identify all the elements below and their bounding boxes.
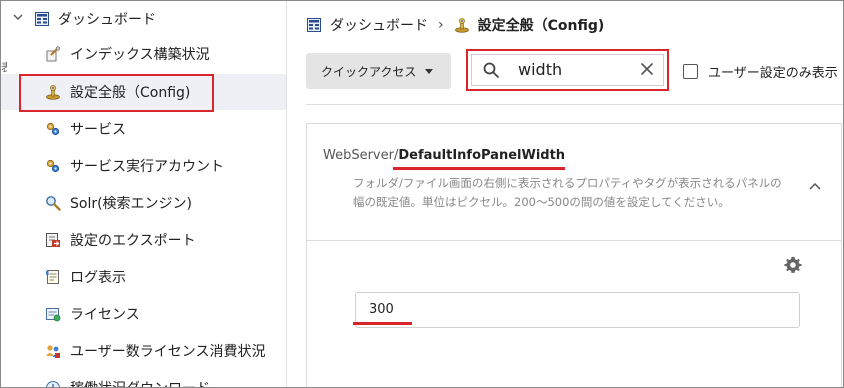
highlight-underline bbox=[393, 167, 565, 170]
breadcrumb-separator: › bbox=[438, 17, 444, 33]
sidebar-item-service[interactable]: サービス bbox=[1, 111, 286, 147]
sidebar-item-label: サービス実行アカウント bbox=[70, 159, 224, 175]
setting-card: WebServer/DefaultInfoPanelWidth フォルダ/ファイ… bbox=[306, 123, 842, 387]
users-license-icon bbox=[45, 343, 61, 359]
index-build-icon bbox=[45, 46, 61, 62]
sidebar-item-label: ログ表示 bbox=[70, 270, 126, 286]
sidebar: 表 ダッシュボード インデックス構築状況 設定全般（Config) bbox=[1, 1, 287, 387]
card-divider bbox=[307, 240, 841, 241]
divider bbox=[306, 104, 843, 105]
sidebar-item-log[interactable]: ログ表示 bbox=[1, 259, 286, 295]
user-settings-only-checkbox[interactable] bbox=[683, 63, 698, 79]
sidebar-item-export[interactable]: 設定のエクスポート bbox=[1, 222, 286, 258]
sidebar-item-index-status[interactable]: インデックス構築状況 bbox=[1, 36, 286, 72]
service-account-icon bbox=[45, 158, 61, 174]
dashboard-grid-icon bbox=[306, 17, 322, 33]
sidebar-item-license[interactable]: ライセンス bbox=[1, 296, 286, 332]
gear-icon[interactable] bbox=[783, 255, 803, 275]
download-status-icon bbox=[45, 380, 61, 387]
sidebar-item-dashboard[interactable]: ダッシュボード bbox=[1, 1, 286, 37]
setting-key-prefix: WebServer/ bbox=[323, 148, 399, 163]
user-settings-only-label: ユーザー設定のみ表示 bbox=[708, 65, 838, 81]
setting-value-input[interactable]: 300 bbox=[355, 292, 800, 328]
quick-access-label: クイックアクセス bbox=[321, 64, 417, 79]
chevron-down-icon[interactable] bbox=[13, 12, 25, 24]
sidebar-item-user-license[interactable]: ユーザー数ライセンス消費状況 bbox=[1, 333, 286, 369]
sidebar-item-solr[interactable]: Solr(検索エンジン) bbox=[1, 185, 286, 221]
breadcrumb: ダッシュボード › 設定全般（Config) bbox=[306, 15, 604, 35]
breadcrumb-root-link[interactable]: ダッシュボード bbox=[330, 15, 428, 35]
setting-value-text: 300 bbox=[369, 302, 394, 317]
breadcrumb-current: 設定全般（Config) bbox=[477, 18, 605, 34]
setting-key: WebServer/DefaultInfoPanelWidth bbox=[323, 148, 565, 163]
selection-highlight bbox=[19, 74, 214, 112]
highlight-underline bbox=[353, 322, 412, 325]
close-icon[interactable] bbox=[639, 61, 655, 77]
caret-down-icon bbox=[425, 69, 433, 74]
main-panel: ダッシュボード › 設定全般（Config) クイックアクセス ユーザー設定のみ… bbox=[288, 1, 843, 387]
search-icon bbox=[482, 61, 500, 79]
sidebar-item-label: インデックス構築状況 bbox=[70, 47, 210, 63]
log-icon bbox=[45, 269, 61, 285]
sidebar-item-label: サービス bbox=[70, 122, 126, 138]
sidebar-item-service-account[interactable]: サービス実行アカウント bbox=[1, 148, 286, 184]
sidebar-item-label: ユーザー数ライセンス消費状況 bbox=[70, 344, 266, 360]
sidebar-item-label: 設定のエクスポート bbox=[70, 233, 196, 249]
sidebar-item-download-status[interactable]: 稼働状況ダウンロード bbox=[1, 370, 286, 387]
chevron-up-icon[interactable] bbox=[808, 176, 822, 190]
quick-access-button[interactable]: クイックアクセス bbox=[306, 53, 451, 89]
config-lamp-icon bbox=[454, 17, 470, 33]
dashboard-grid-icon bbox=[34, 11, 50, 27]
service-gears-icon bbox=[45, 121, 61, 137]
setting-description: フォルダ/ファイル画面の右側に表示されるプロパティやタグが表示されるパネルの幅の… bbox=[353, 176, 782, 209]
setting-key-name: DefaultInfoPanelWidth bbox=[398, 148, 566, 163]
license-icon bbox=[45, 306, 61, 322]
sidebar-item-label: Solr(検索エンジン) bbox=[70, 196, 193, 212]
search-box[interactable] bbox=[466, 49, 669, 91]
sidebar-item-label: 稼働状況ダウンロード bbox=[70, 378, 210, 387]
export-icon bbox=[45, 232, 61, 248]
magnifier-icon bbox=[45, 195, 61, 211]
app-frame: 表 ダッシュボード インデックス構築状況 設定全般（Config) bbox=[0, 0, 844, 388]
sidebar-item-label: ライセンス bbox=[70, 307, 140, 323]
sidebar-item-label: ダッシュボード bbox=[58, 12, 156, 28]
user-settings-only-toggle[interactable]: ユーザー設定のみ表示 bbox=[683, 62, 838, 81]
search-input[interactable] bbox=[518, 57, 618, 81]
